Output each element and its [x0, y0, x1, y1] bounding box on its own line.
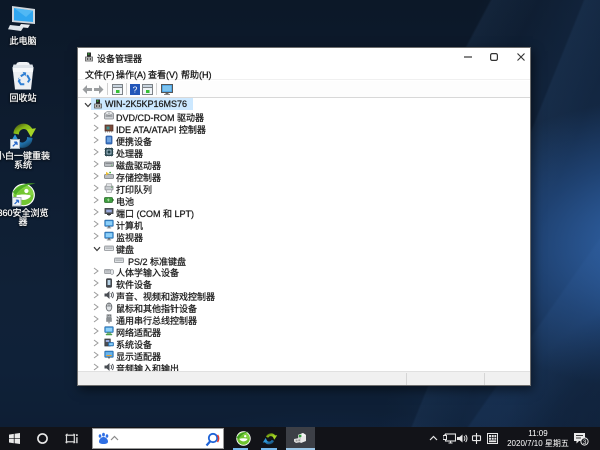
- svg-text:?: ?: [133, 85, 138, 95]
- svg-text:3: 3: [583, 439, 587, 446]
